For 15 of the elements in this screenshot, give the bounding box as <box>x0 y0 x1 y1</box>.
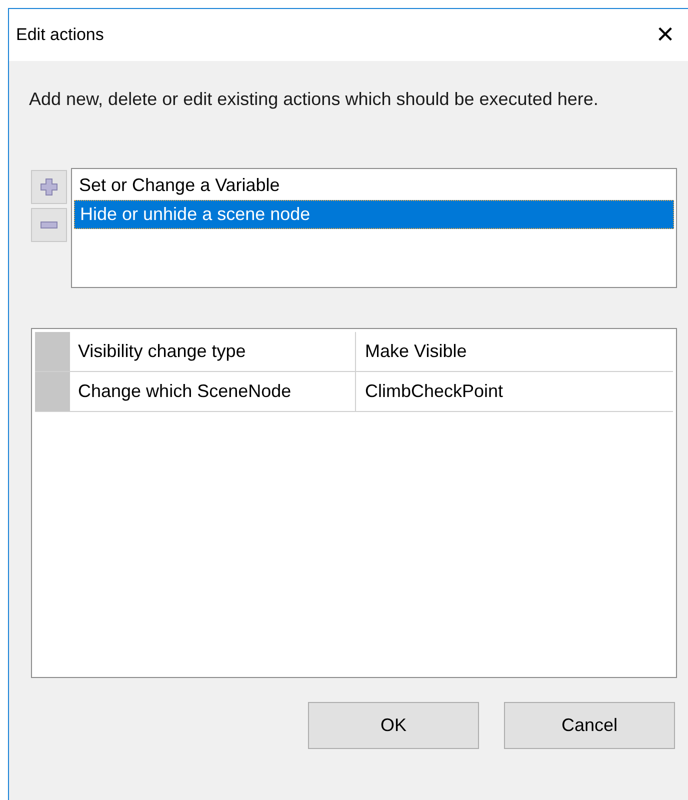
property-name: Change which SceneNode <box>70 372 356 411</box>
property-name: Visibility change type <box>70 332 356 371</box>
close-button[interactable]: × <box>648 20 682 50</box>
dialog-button[interactable]: Cancel <box>504 702 675 749</box>
plus-icon <box>40 178 58 196</box>
window-title: Edit actions <box>16 24 104 46</box>
description-text: Add new, delete or edit existing actions which should be executed here. <box>29 88 600 111</box>
dialog-button[interactable]: OK <box>308 702 479 749</box>
add-button[interactable] <box>31 170 67 204</box>
property-value[interactable]: Make Visible <box>356 332 673 371</box>
property-value[interactable]: ClimbCheckPoint <box>356 372 673 411</box>
remove-button[interactable] <box>31 208 67 242</box>
action-item[interactable]: Hide or unhide a scene node <box>74 200 674 229</box>
minus-icon <box>40 221 58 229</box>
action-item[interactable]: Set or Change a Variable <box>74 171 674 200</box>
